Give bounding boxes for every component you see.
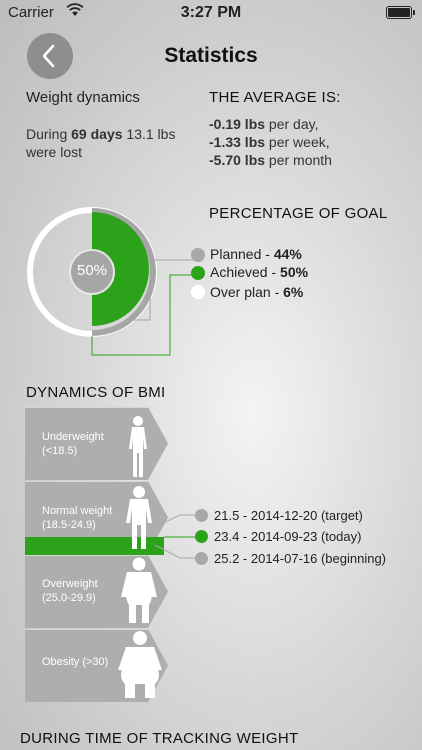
- days-value: 69 days: [71, 126, 123, 142]
- legend-planned: Planned - 44%: [210, 246, 302, 262]
- during-label: During: [26, 126, 68, 142]
- bmi-label-normal: Normal weight (18.5-24.9): [42, 505, 113, 531]
- overweight-figure-icon: [121, 557, 157, 623]
- tracking-heading: DURING TIME OF TRACKING WEIGHT: [20, 730, 299, 747]
- bmi-label-obesity: Obesity (>30): [42, 656, 109, 668]
- legend-over-plan: Over plan - 6%: [210, 284, 304, 300]
- obesity-figure-icon: [118, 631, 162, 698]
- legend-planned-dot: [191, 248, 205, 262]
- clock: 3:27 PM: [180, 4, 242, 21]
- average-row-week: -1.33 lbs per week,: [209, 134, 330, 150]
- bmi-heading: DYNAMICS OF BMI: [26, 384, 166, 401]
- battery-icon: [386, 6, 415, 19]
- average-row-month: -5.70 lbs per month: [209, 152, 332, 168]
- bmi-marker-today-dot: [195, 530, 208, 543]
- bmi-marker-target-dot: [195, 509, 208, 522]
- bmi-marker-today: 23.4 - 2014-09-23 (today): [214, 529, 362, 544]
- were-lost-label: were lost: [26, 144, 83, 160]
- weight-dynamics-heading: Weight dynamics: [26, 89, 140, 106]
- status-bar: Carrier 3:27 PM: [0, 0, 422, 22]
- legend-achieved-dot: [191, 266, 205, 280]
- bmi-marker-beginning-dot: [195, 552, 208, 565]
- weight-dynamics-summary: During 69 days 13.1 lbs were lost: [26, 125, 196, 161]
- lost-value: 13.1 lbs: [126, 126, 176, 142]
- page-title: Statistics: [164, 44, 258, 67]
- average-heading: THE AVERAGE IS:: [209, 89, 341, 106]
- goal-center-label: 50%: [76, 262, 108, 279]
- average-row-day: -0.19 lbs per day,: [209, 116, 319, 132]
- average-rows: -0.19 lbs per day, -1.33 lbs per week, -…: [209, 115, 332, 169]
- legend-achieved: Achieved - 50%: [210, 264, 309, 280]
- underweight-figure-icon: [129, 416, 147, 477]
- bmi-label-underweight: Underweight (<18.5): [42, 431, 104, 457]
- bmi-marker-target: 21.5 - 2014-12-20 (target): [214, 508, 363, 523]
- bmi-marker-beginning: 25.2 - 2014-07-16 (beginning): [214, 551, 387, 566]
- legend-over-plan-dot: [191, 285, 205, 299]
- goal-heading: PERCENTAGE OF GOAL: [209, 205, 388, 222]
- bmi-label-overweight: Overweight (25.0-29.9): [42, 578, 98, 604]
- goal-ring-chart: [27, 207, 195, 356]
